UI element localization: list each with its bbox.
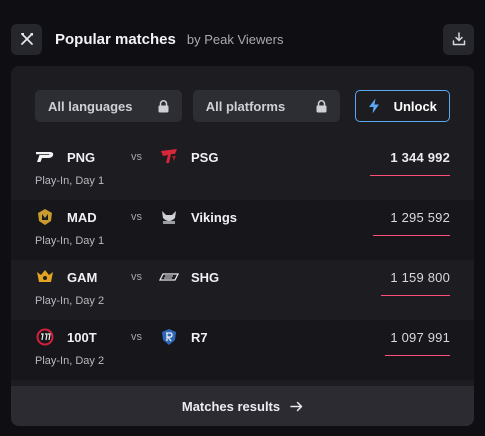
team-home: MAD <box>35 208 97 226</box>
peak-viewers-value: 1 159 800 <box>390 270 450 285</box>
match-row[interactable]: MAD vs Vikings Play-In, Day 1 1 295 592 <box>11 200 474 260</box>
team-name: PNG <box>67 149 96 165</box>
languages-filter-button[interactable]: All languages <box>35 90 182 122</box>
team-home: GAM <box>35 268 97 286</box>
filter-bar: All languages All platforms Unlock <box>35 90 450 122</box>
team-name: 100T <box>67 329 97 345</box>
match-stage: Play-In, Day 2 <box>35 295 105 307</box>
unlock-button[interactable]: Unlock <box>354 90 450 122</box>
vikings-team-logo-icon <box>159 208 179 226</box>
languages-filter-label: All languages <box>48 98 133 114</box>
popular-matches-card: All languages All platforms Unlock PNG v… <box>11 66 474 426</box>
peak-viewers-value: 1 295 592 <box>390 210 450 225</box>
widget-header: Popular matches by Peak Viewers <box>11 22 474 56</box>
match-stage: Play-In, Day 1 <box>35 175 105 187</box>
match-stage: Play-In, Day 1 <box>35 235 105 247</box>
png-team-logo-icon <box>35 148 55 166</box>
matches-list: PNG vs PSG Play-In, Day 1 1 344 992 MAD … <box>11 140 474 380</box>
team-away: Vikings <box>159 208 237 226</box>
match-row[interactable]: PNG vs PSG Play-In, Day 1 1 344 992 <box>11 140 474 200</box>
match-row[interactable]: GAM vs SHG Play-In, Day 2 1 159 800 <box>11 260 474 320</box>
team-name: Vikings <box>191 209 238 225</box>
team-away: PSG <box>159 148 218 166</box>
peak-viewers-bar <box>373 235 450 236</box>
page-subtitle: by Peak Viewers <box>186 31 284 47</box>
vs-label: vs <box>131 271 142 283</box>
peak-viewers-bar <box>370 175 450 176</box>
gam-team-logo-icon <box>35 268 55 286</box>
r7-team-logo-icon <box>159 328 179 346</box>
crossed-tools-icon <box>20 33 33 45</box>
vs-label: vs <box>131 331 142 343</box>
page-title: Popular matches <box>55 30 176 48</box>
platforms-filter-button[interactable]: All platforms <box>192 90 340 122</box>
vs-label: vs <box>131 211 142 223</box>
match-stage: Play-In, Day 2 <box>35 355 105 367</box>
psg-team-logo-icon <box>159 148 179 166</box>
team-home: PNG <box>35 148 95 166</box>
matches-results-label: Matches results <box>181 398 281 414</box>
peak-viewers-bar <box>381 295 450 296</box>
peak-viewers-value: 1 097 991 <box>390 330 450 345</box>
lightning-icon <box>368 98 379 114</box>
lock-icon <box>316 99 326 112</box>
peak-viewers-bar <box>385 355 450 356</box>
team-away: SHG <box>159 268 219 286</box>
team-away: R7 <box>159 328 208 346</box>
team-name: PSG <box>191 149 219 165</box>
download-icon <box>452 32 465 46</box>
team-name: GAM <box>67 269 98 285</box>
platforms-filter-label: All platforms <box>205 98 286 114</box>
unlock-label: Unlock <box>393 98 437 114</box>
download-button[interactable] <box>443 23 474 55</box>
peak-viewers-value: 1 344 992 <box>390 150 450 165</box>
tools-icon-button[interactable] <box>11 23 42 55</box>
match-row[interactable]: 100T vs R7 Play-In, Day 2 1 097 991 <box>11 320 474 380</box>
mad-team-logo-icon <box>35 208 55 226</box>
team-name: MAD <box>67 209 97 225</box>
shg-team-logo-icon <box>159 268 179 286</box>
100t-team-logo-icon <box>35 328 55 346</box>
team-name: R7 <box>191 329 208 345</box>
vs-label: vs <box>131 151 142 163</box>
team-name: SHG <box>191 269 220 285</box>
arrow-right-icon <box>290 401 303 411</box>
lock-icon <box>158 99 169 112</box>
team-home: 100T <box>35 328 97 346</box>
matches-results-button[interactable]: Matches results <box>11 386 474 426</box>
